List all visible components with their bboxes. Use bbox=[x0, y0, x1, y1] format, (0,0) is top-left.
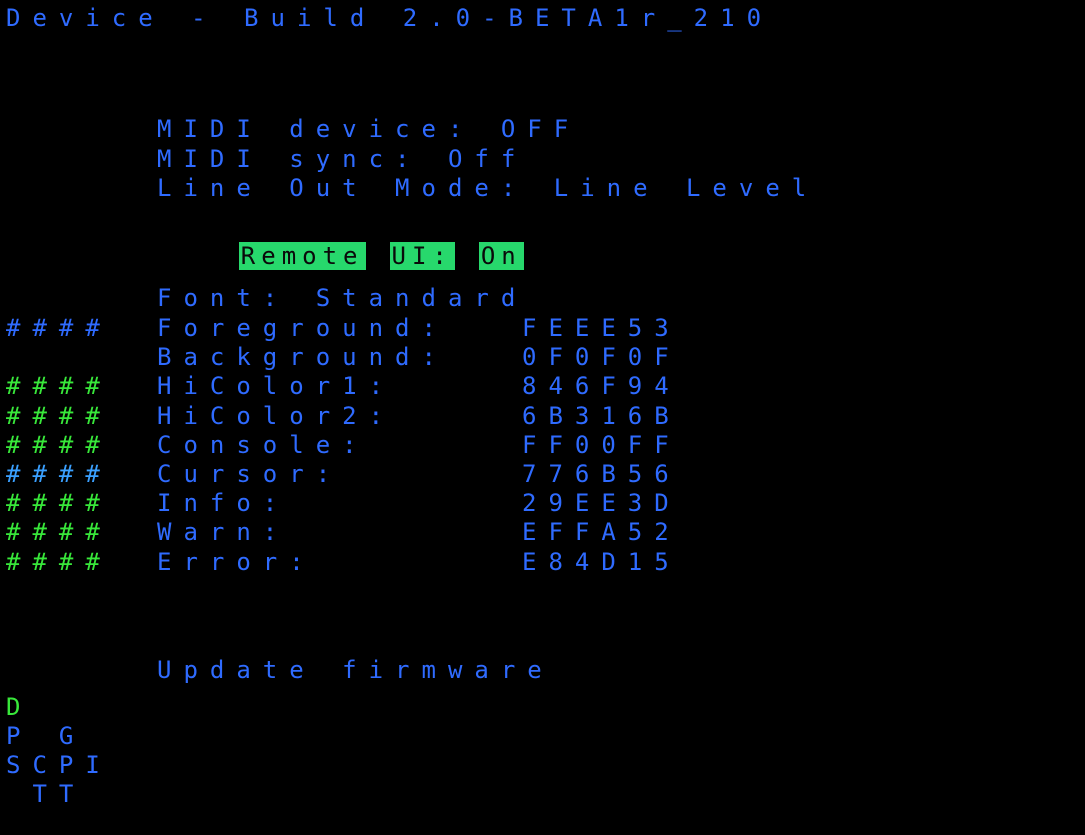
color-swatch-hash: #### bbox=[6, 489, 112, 517]
remote-ui-setting[interactable]: Remote UI: On bbox=[157, 216, 524, 270]
color-setting-value[interactable]: 6B316B bbox=[522, 402, 681, 431]
color-setting-label: Error: bbox=[157, 548, 316, 576]
line-out-mode-setting[interactable]: Line Out Mode: Line Level bbox=[157, 174, 818, 203]
screen-title: Device - Build 2.0-BETA1r_210 bbox=[6, 4, 774, 32]
minimap-row-4: TT bbox=[6, 780, 86, 808]
color-setting-label: Console: bbox=[157, 431, 369, 459]
color-setting-value[interactable]: EFFA52 bbox=[522, 518, 681, 547]
color-swatch-hash: #### bbox=[6, 372, 112, 400]
color-setting-value[interactable]: FEEE53 bbox=[522, 314, 681, 343]
color-setting-value[interactable]: 846F94 bbox=[522, 372, 681, 401]
minimap-row-3: SCPI bbox=[6, 751, 112, 779]
update-firmware-button[interactable]: Update firmware bbox=[157, 656, 554, 685]
color-setting-label: Background: bbox=[157, 343, 448, 371]
color-setting-label: HiColor2: bbox=[157, 402, 396, 430]
color-setting-value[interactable]: 776B56 bbox=[522, 460, 681, 489]
minimap-device[interactable]: D bbox=[6, 693, 32, 722]
remote-ui-key: UI: bbox=[389, 242, 455, 270]
remote-ui-label: Remote bbox=[238, 242, 366, 270]
color-setting-label: Cursor: bbox=[157, 460, 343, 488]
midi-sync-setting[interactable]: MIDI sync: Off bbox=[157, 145, 527, 174]
color-swatch-hash: #### bbox=[6, 431, 112, 459]
midi-device-setting[interactable]: MIDI device: OFF bbox=[157, 115, 580, 144]
font-setting[interactable]: Font: Standard bbox=[157, 284, 527, 313]
color-swatch-hash: #### bbox=[6, 402, 112, 430]
color-setting-value[interactable]: 29EE3D bbox=[522, 489, 681, 518]
color-setting-value[interactable]: E84D15 bbox=[522, 548, 681, 577]
color-swatch-hash: #### bbox=[6, 314, 112, 342]
color-setting-label: Foreground: bbox=[157, 314, 448, 342]
tracker-screen: Device - Build 2.0-BETA1r_210 MIDI devic… bbox=[0, 0, 1085, 835]
color-swatch-hash: #### bbox=[6, 548, 112, 576]
color-setting-label: Warn: bbox=[157, 518, 290, 546]
color-swatch-hash: #### bbox=[6, 518, 112, 546]
color-setting-label: Info: bbox=[157, 489, 290, 517]
color-setting-label: HiColor1: bbox=[157, 372, 396, 400]
minimap-row-2: P G bbox=[6, 722, 86, 750]
remote-ui-value: On bbox=[478, 242, 524, 270]
color-swatch-hash: #### bbox=[6, 460, 112, 488]
color-setting-value[interactable]: FF00FF bbox=[522, 431, 681, 460]
color-setting-value[interactable]: 0F0F0F bbox=[522, 343, 681, 372]
